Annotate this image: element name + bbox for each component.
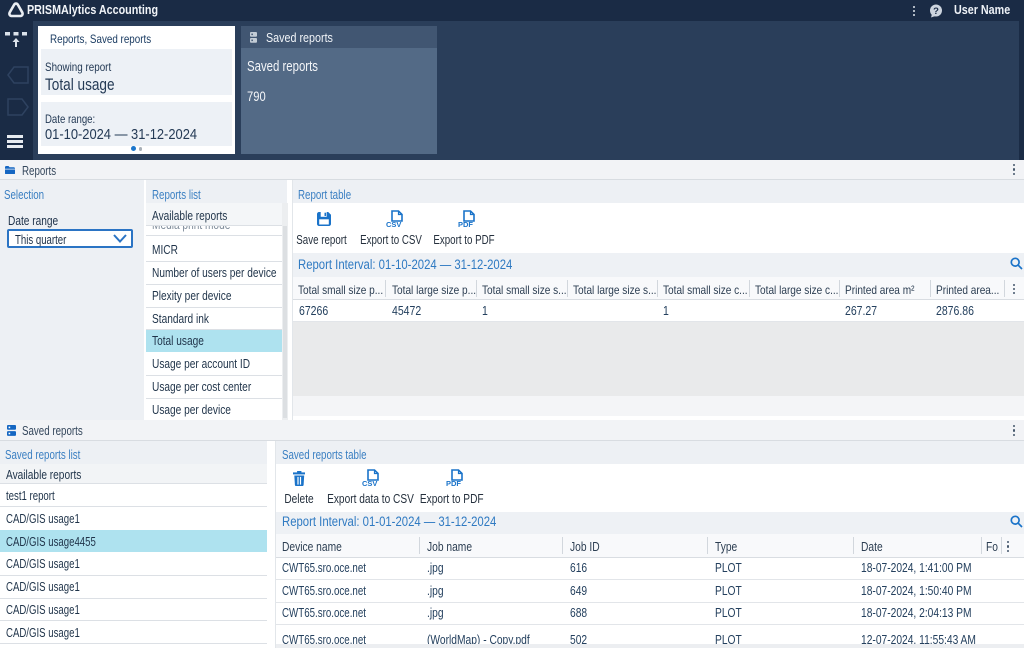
svg-text:CSV: CSV bbox=[362, 479, 377, 487]
svg-text:CSV: CSV bbox=[386, 220, 401, 228]
svg-text:?: ? bbox=[933, 6, 939, 17]
svg-text:PDF: PDF bbox=[458, 220, 473, 228]
svg-text:PDF: PDF bbox=[446, 479, 461, 487]
